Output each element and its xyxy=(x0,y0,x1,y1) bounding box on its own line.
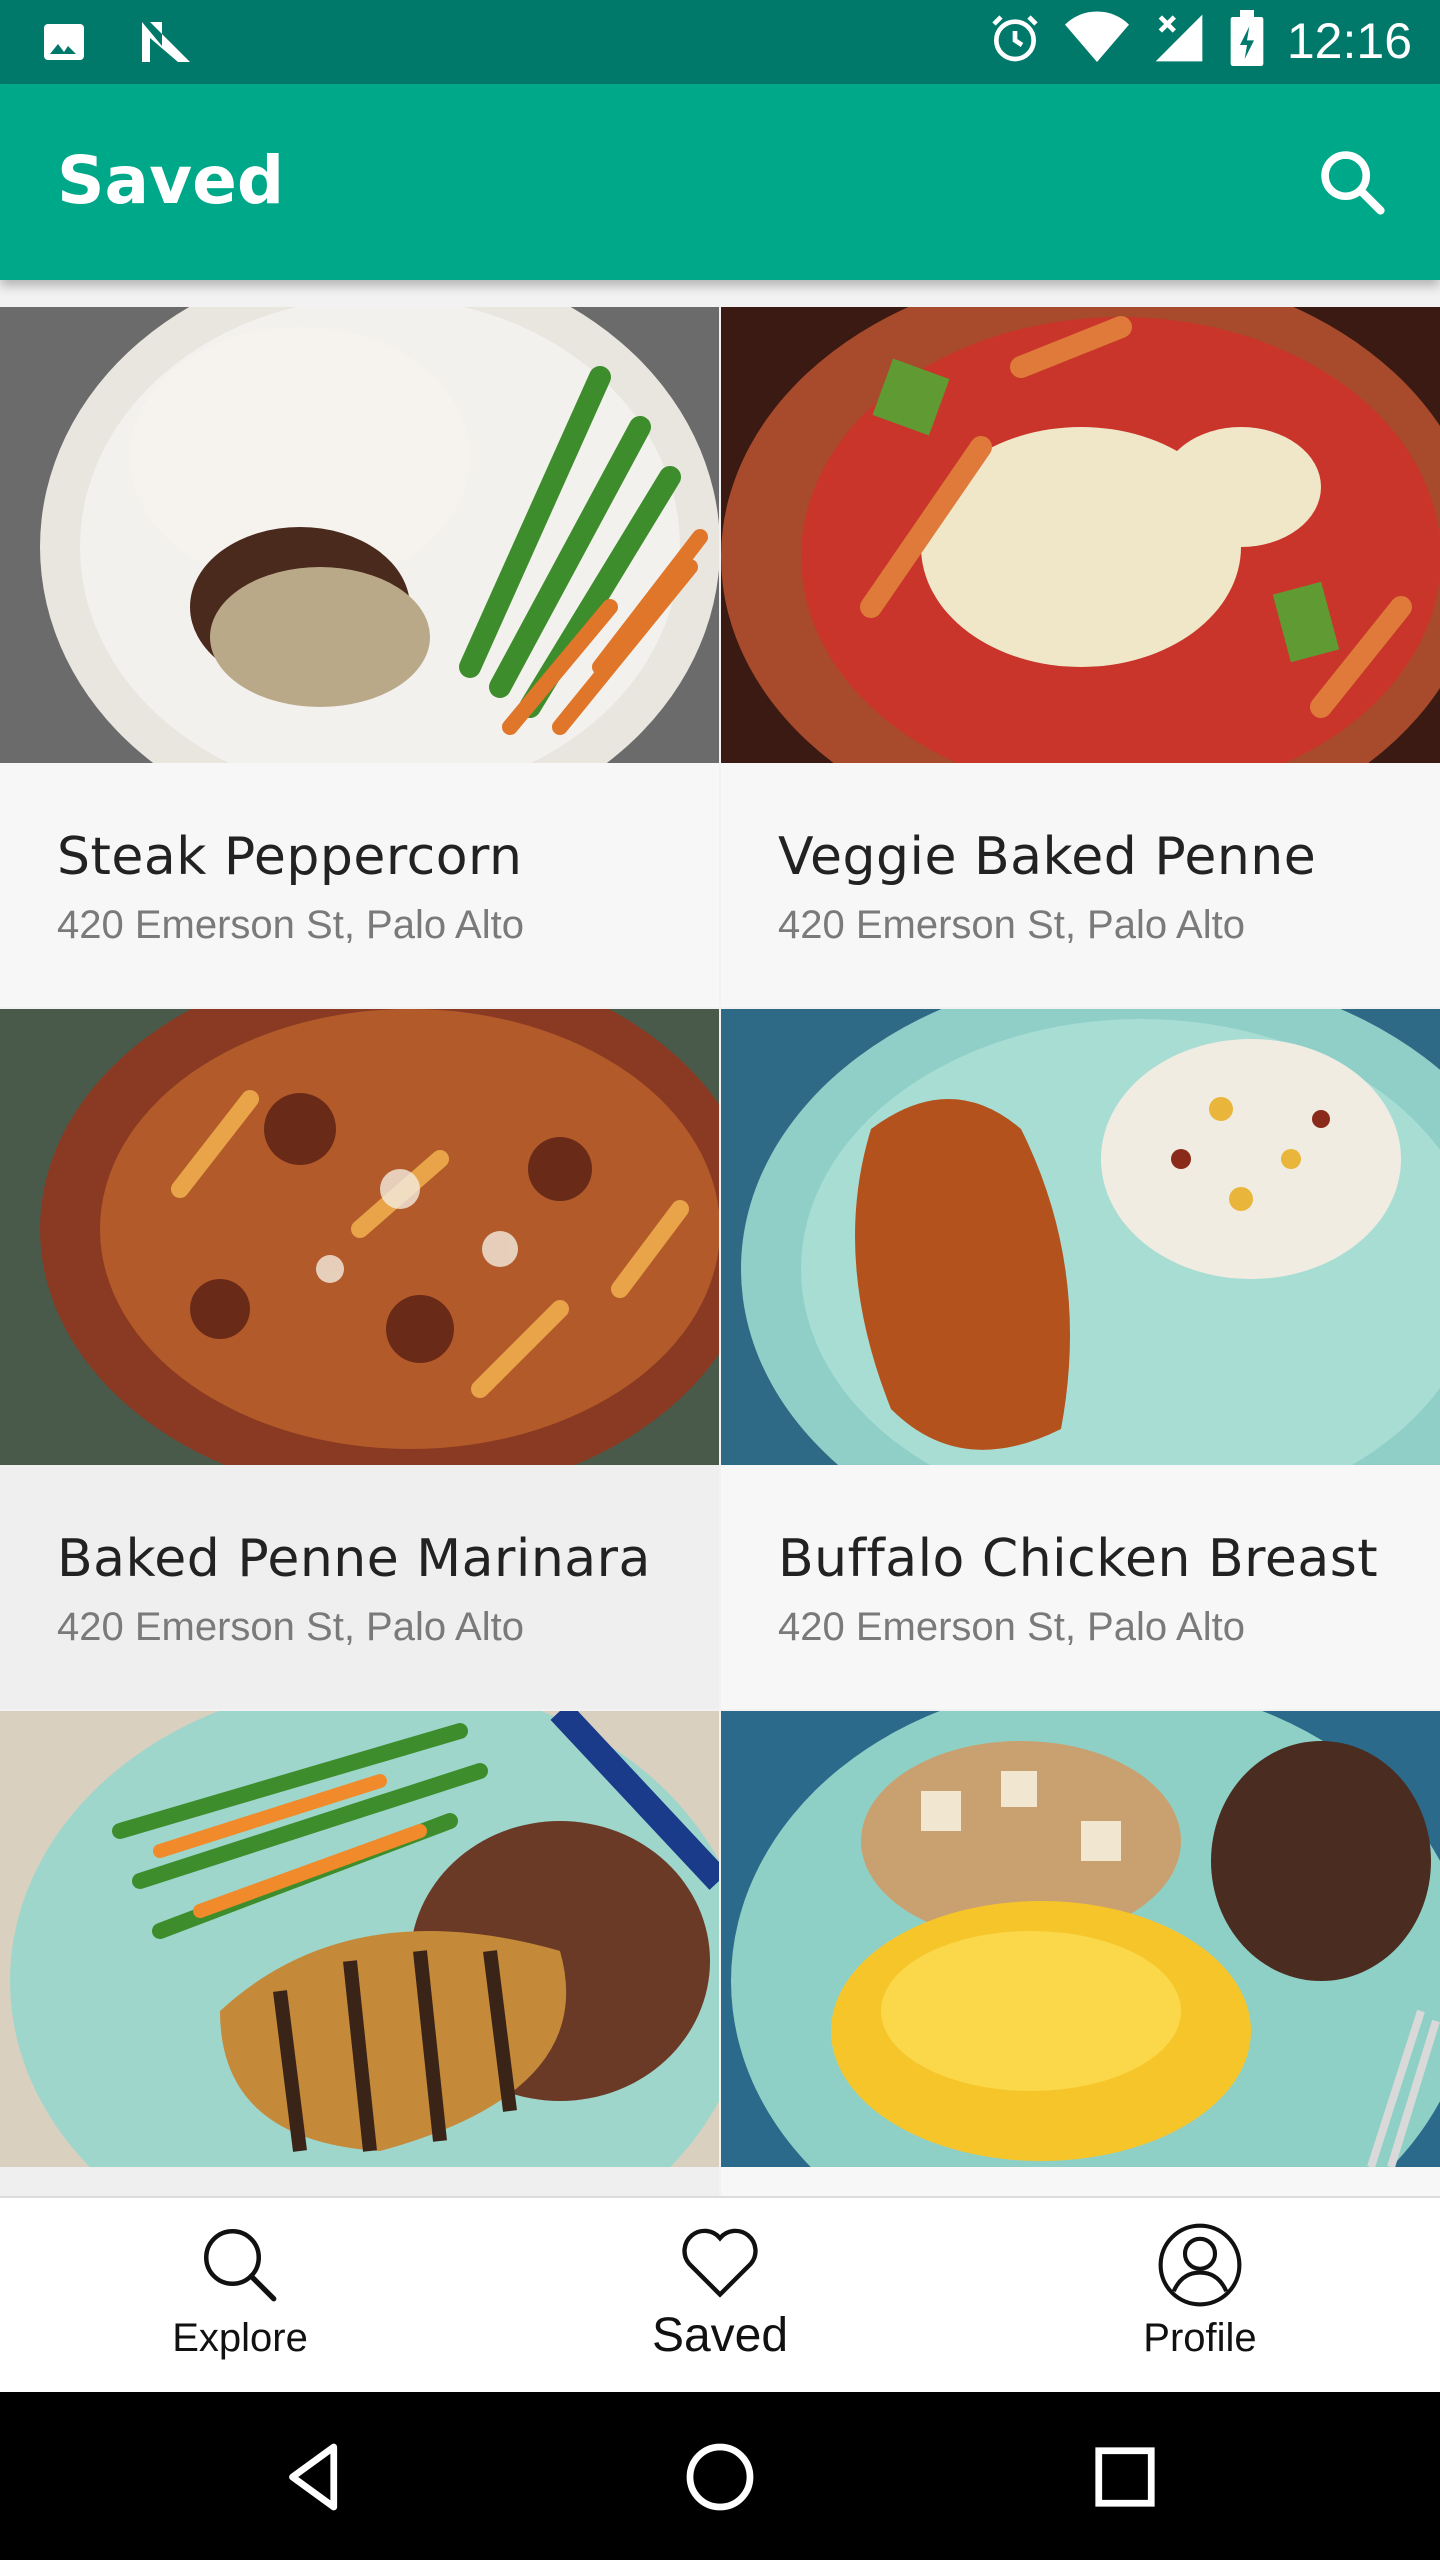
nav-label: Saved xyxy=(651,2309,789,2362)
bottom-navigation: Explore Saved Profile xyxy=(0,2196,1440,2392)
app-bar: Saved xyxy=(0,84,1440,280)
back-button[interactable] xyxy=(270,2432,360,2522)
search-button[interactable] xyxy=(1314,144,1390,220)
recipe-name: Steak Peppercorn xyxy=(57,827,523,887)
system-navigation-bar xyxy=(0,2392,1440,2560)
recipe-photo xyxy=(0,307,719,763)
recents-icon xyxy=(1095,2447,1155,2507)
wifi-icon xyxy=(1064,10,1129,71)
image-icon xyxy=(40,18,88,71)
nav-explore[interactable]: Explore xyxy=(90,2198,390,2394)
recipe-name: Baked Penne Marinara xyxy=(57,1529,651,1589)
nav-label: Profile xyxy=(1143,2316,1257,2360)
status-time: 12:16 xyxy=(1286,12,1412,69)
signal-icon xyxy=(1151,10,1207,71)
status-bar: 12:16 xyxy=(0,0,1440,84)
recipe-photo xyxy=(721,1711,1440,2167)
recipe-card[interactable]: Steak Peppercorn 420 Emerson St, Palo Al… xyxy=(0,307,719,1007)
recipe-name: Veggie Baked Penne xyxy=(778,827,1317,887)
search-icon xyxy=(204,2229,277,2302)
nav-profile[interactable]: Profile xyxy=(1050,2198,1350,2394)
battery-icon xyxy=(1229,10,1265,71)
recipe-name: Buffalo Chicken Breast xyxy=(778,1529,1379,1589)
search-icon xyxy=(1321,151,1385,215)
recipe-photo xyxy=(721,307,1440,763)
recipe-card[interactable]: Buffalo Chicken Breast 420 Emerson St, P… xyxy=(721,1009,1440,1709)
recents-button[interactable] xyxy=(1080,2432,1170,2522)
n-logo-icon xyxy=(138,18,192,71)
recipe-photo xyxy=(0,1711,719,2167)
back-icon xyxy=(289,2443,338,2511)
home-button[interactable] xyxy=(675,2432,765,2522)
nav-label: Explore xyxy=(172,2316,308,2360)
recipe-photo xyxy=(0,1009,719,1465)
alarm-icon xyxy=(987,10,1043,71)
recipe-photo xyxy=(721,1009,1440,1465)
page-title: Saved xyxy=(57,142,285,219)
recipe-address: 420 Emerson St, Palo Alto xyxy=(778,1605,1245,1649)
recipe-card[interactable]: Veggie Baked Penne 420 Emerson St, Palo … xyxy=(721,307,1440,1007)
heart-icon xyxy=(682,2228,758,2298)
home-icon xyxy=(686,2443,754,2511)
recipe-address: 420 Emerson St, Palo Alto xyxy=(778,903,1245,947)
recipe-card[interactable]: Baked Penne Marinara 420 Emerson St, Pal… xyxy=(0,1009,719,1709)
recipe-address: 420 Emerson St, Palo Alto xyxy=(57,1605,524,1649)
nav-saved[interactable]: Saved xyxy=(570,2198,870,2394)
recipe-address: 420 Emerson St, Palo Alto xyxy=(57,903,524,947)
profile-icon xyxy=(1158,2223,1242,2307)
